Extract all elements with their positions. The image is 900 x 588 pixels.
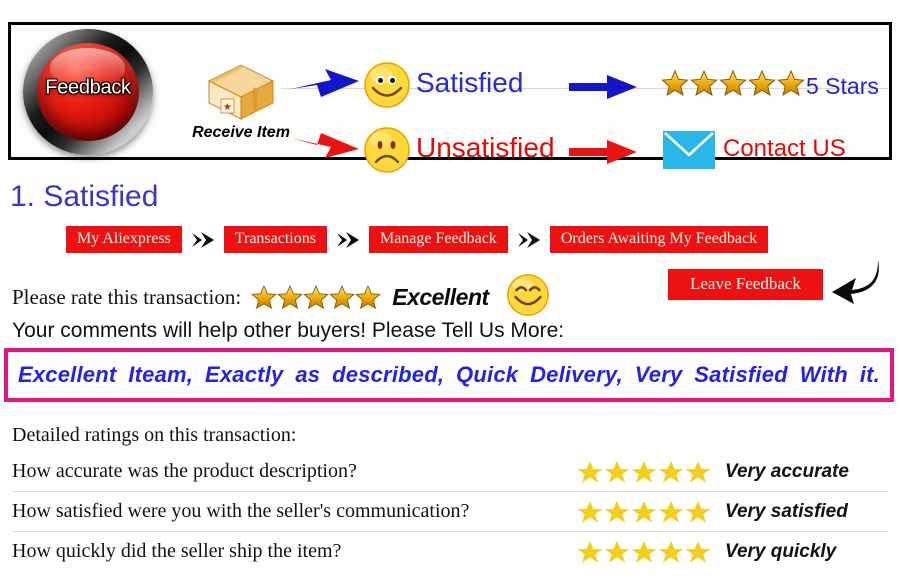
blue-arrow-icon-2	[569, 75, 637, 99]
curved-arrow-icon	[832, 260, 879, 304]
feedback-button-label: Feedback	[45, 76, 131, 99]
receive-item-block: ★ Receive Item	[189, 61, 293, 142]
comment-textarea[interactable]: Excellent Iteam, Exactly as described, Q…	[4, 348, 894, 402]
receive-item-label: Receive Item	[192, 124, 290, 141]
rating-verdict: Very satisfied	[725, 500, 848, 522]
page-title: 1. Satisfied	[10, 180, 159, 213]
red-arrow-icon	[291, 133, 359, 158]
svg-text:★: ★	[223, 102, 232, 113]
rate-transaction-stars[interactable]	[251, 284, 383, 312]
breadcrumb-arrow-icon-2	[327, 230, 369, 250]
breadcrumb-item-transactions[interactable]: Transactions	[223, 226, 327, 254]
breadcrumb-item-my-aliexpress[interactable]: My Aliexpress	[66, 226, 182, 254]
rating-question: How quickly did the seller ship the item…	[12, 540, 342, 562]
header-star-rating	[661, 69, 806, 104]
rating-question: How satisfied were you with the seller's…	[12, 500, 470, 522]
rate-transaction-row: Please rate this transaction: Excellent	[12, 272, 551, 323]
rate-happy-face-icon	[505, 272, 551, 323]
unsatisfied-label: Unsatisfied	[416, 132, 555, 163]
breadcrumb-item-orders-awaiting[interactable]: Orders Awaiting My Feedback	[549, 226, 769, 254]
rating-stars[interactable]	[577, 500, 717, 524]
comments-prompt: Your comments will help other buyers! Pl…	[12, 319, 565, 342]
rating-verdict: Very quickly	[725, 540, 837, 562]
rating-stars[interactable]	[577, 540, 717, 564]
table-row: How accurate was the product description…	[12, 452, 888, 492]
feedback-button-icon[interactable]: Feedback	[23, 29, 153, 155]
table-row: How satisfied were you with the seller's…	[12, 492, 888, 532]
feedback-process-banner: Feedback ★ Receive Item Satisfied Unsati…	[8, 22, 892, 173]
rating-question: How accurate was the product description…	[12, 460, 357, 482]
rate-verdict-label: Excellent	[392, 284, 489, 310]
leave-feedback-button[interactable]: Leave Feedback	[668, 269, 823, 300]
satisfied-label: Satisfied	[416, 67, 524, 98]
breadcrumb-arrow-icon-3	[508, 230, 550, 250]
rating-stars[interactable]	[577, 460, 717, 484]
five-stars-label: 5 Stars	[806, 73, 879, 99]
sad-face-icon	[364, 127, 410, 173]
rating-verdict: Very accurate	[725, 460, 849, 482]
breadcrumb-item-manage-feedback[interactable]: Manage Feedback	[368, 226, 508, 254]
package-box-icon: ★	[207, 64, 275, 120]
contact-us-label: Contact US	[723, 135, 846, 162]
blue-arrow-icon	[291, 69, 359, 97]
red-arrow-icon-2	[569, 140, 637, 164]
breadcrumb: My Aliexpress Transactions Manage Feedba…	[66, 226, 769, 254]
comment-text: Excellent Iteam, Exactly as described, Q…	[18, 362, 880, 387]
happy-face-icon	[364, 62, 410, 108]
rate-transaction-label: Please rate this transaction:	[12, 285, 242, 309]
breadcrumb-arrow-icon	[182, 230, 224, 250]
detailed-ratings-heading: Detailed ratings on this transaction:	[12, 424, 297, 446]
table-row: How quickly did the seller ship the item…	[12, 532, 888, 571]
detailed-ratings-table: How accurate was the product description…	[12, 452, 888, 571]
envelope-icon[interactable]	[663, 131, 715, 169]
